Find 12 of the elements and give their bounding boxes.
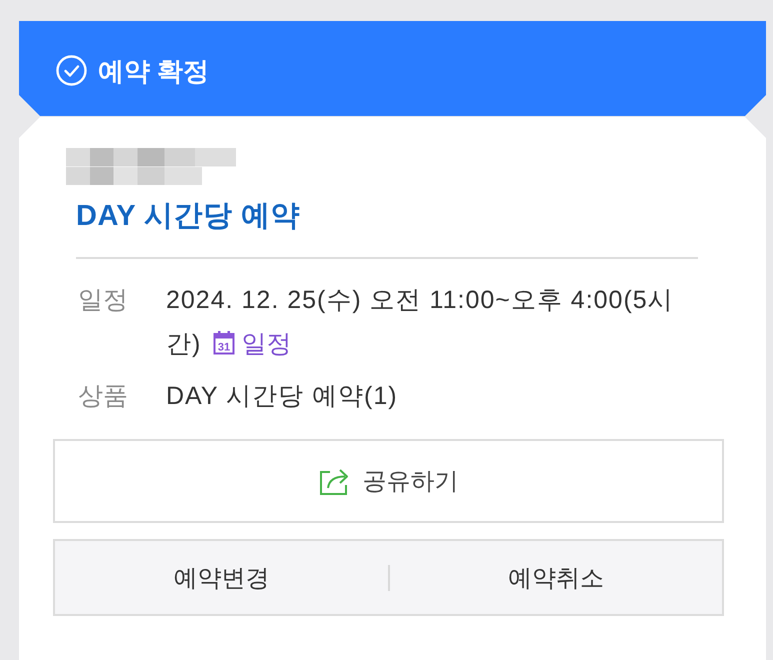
header-title: 예약 확정	[98, 54, 210, 88]
check-circle-icon	[56, 55, 87, 86]
detail-value: DAY 시간당 예약(1)	[166, 381, 399, 412]
calendar-link[interactable]: 31 일정	[213, 330, 292, 358]
detail-label: 일정	[77, 285, 129, 316]
detail-label: 상품	[77, 381, 129, 412]
calendar-icon: 31	[213, 330, 236, 355]
booking-title: DAY 시간당 예약	[76, 199, 302, 234]
action-button[interactable]: 예약취소	[390, 541, 722, 614]
action-button[interactable]: 예약변경	[55, 541, 388, 614]
detail-value: 2024. 12. 25(수) 오전 11:00~오후 4:00(5시간) 31 일정	[166, 278, 696, 366]
share-button[interactable]: 공유하기	[53, 439, 724, 523]
